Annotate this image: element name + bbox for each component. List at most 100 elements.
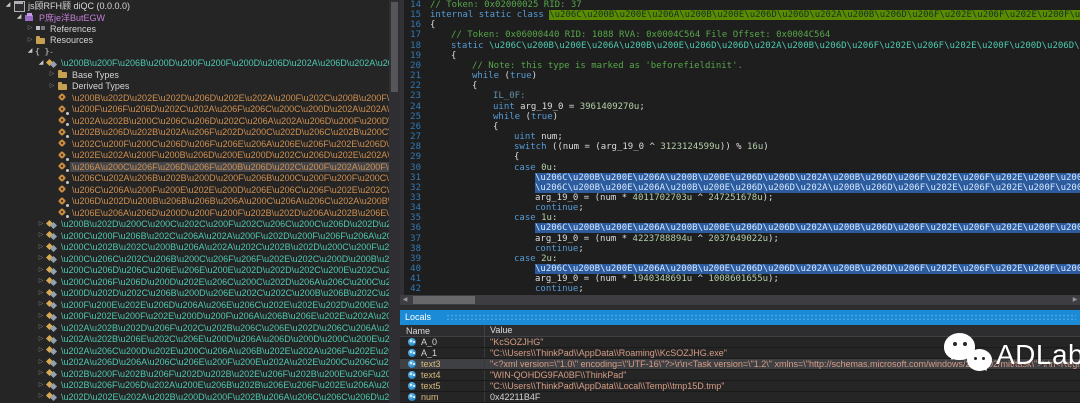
code-text[interactable]: continue; xyxy=(428,203,1080,213)
expander-icon[interactable]: ▷ xyxy=(36,322,46,333)
tree-item[interactable]: ▷\u202D\u202E\u202A\u202B\u200D\u200F\u2… xyxy=(0,391,389,403)
tree-item[interactable]: ◢\u200B\u200F\u206B\u200D\u200F\u200F\u2… xyxy=(0,58,389,70)
code-text[interactable]: { xyxy=(428,81,1080,91)
locals-row[interactable]: text5"C:\\Users\\ThinkPad\\AppData\\Loca… xyxy=(400,381,1080,392)
expander-icon[interactable]: ▷ xyxy=(36,219,46,230)
expander-icon[interactable]: ◢ xyxy=(36,58,46,69)
tree-item[interactable]: \u206D\u202D\u200B\u206B\u206B\u206A\u20… xyxy=(0,196,389,208)
scroll-left-arrow-icon[interactable]: ◀ xyxy=(400,295,410,305)
code-text[interactable]: \u206C\u200B\u200E\u206A\u200B\u200E\u20… xyxy=(428,183,1080,193)
code-text[interactable]: continue; xyxy=(428,284,1080,294)
code-text[interactable]: switch ((num = (arg_19_0 ^ 3123124599u))… xyxy=(428,142,1080,152)
code-text[interactable]: while (true) xyxy=(428,112,1080,122)
code-text[interactable]: arg_19_0 = (num * 4011702703u ^ 24725167… xyxy=(428,193,1080,203)
expander-icon[interactable]: ▷ xyxy=(47,69,57,80)
code-text[interactable]: // Token: 0x06000440 RID: 1088 RVA: 0x00… xyxy=(428,30,1080,40)
locals-row[interactable]: text3"<?xml version=\"1.0\" encoding=\"U… xyxy=(400,359,1080,370)
tree-item[interactable]: ▷\u200C\u206D\u206C\u206E\u206E\u200E\u2… xyxy=(0,265,389,277)
expander-icon[interactable]: ▷ xyxy=(36,391,46,402)
tree-item[interactable]: ▷Derived Types xyxy=(0,81,389,93)
tree-item[interactable]: ▷\u202A\u202B\u202D\u206F\u202C\u202B\u2… xyxy=(0,322,389,334)
tree-item[interactable]: \u206C\u206A\u200F\u200E\u202E\u200D\u20… xyxy=(0,184,389,196)
code-text[interactable]: internal static class \u206C\u200B\u200E… xyxy=(428,10,1080,20)
code-text[interactable]: \u206C\u200B\u200E\u206A\u200B\u200E\u20… xyxy=(428,264,1080,274)
code-text[interactable]: { xyxy=(428,20,1080,30)
locals-row[interactable]: A_0"KcSOZJHG" xyxy=(400,337,1080,348)
code-text[interactable]: uint num; xyxy=(428,132,1080,142)
locals-row[interactable]: A_1"C:\\Users\\ThinkPad\\AppData\\Roamin… xyxy=(400,348,1080,359)
code-text[interactable]: while (true) xyxy=(428,71,1080,81)
code-text[interactable]: // Token: 0x02000025 RID: 37 xyxy=(428,0,1080,10)
tree-item[interactable]: \u202C\u200F\u200C\u206D\u206F\u206E\u20… xyxy=(0,138,389,150)
code-text[interactable]: case 1u: xyxy=(428,213,1080,223)
column-header-value[interactable]: Value xyxy=(484,325,1080,336)
tree-item[interactable]: ▷\u200D\u202D\u202C\u206B\u200D\u206E\u2… xyxy=(0,288,389,300)
tree-item[interactable]: \u206A\u200C\u206F\u206D\u206F\u200B\u20… xyxy=(0,161,389,173)
code-text[interactable]: \u206C\u200B\u200E\u206A\u200B\u200E\u20… xyxy=(428,223,1080,233)
code-text[interactable]: uint arg_19_0 = 3961409270u; xyxy=(428,102,1080,112)
tree-item[interactable]: ▷\u200C\u200F\u206B\u202C\u206A\u202A\u2… xyxy=(0,230,389,242)
tree-item[interactable]: ▷\u200C\u206F\u206D\u200D\u202E\u206C\u2… xyxy=(0,276,389,288)
tree-item[interactable]: ▷\u200F\u200E\u202E\u206D\u206A\u206E\u2… xyxy=(0,299,389,311)
code-text[interactable]: static \u206C\u200B\u200E\u206A\u200B\u2… xyxy=(428,41,1080,51)
tree-item[interactable]: \u202E\u202A\u200F\u200B\u206D\u200E\u20… xyxy=(0,150,389,162)
code-text[interactable]: { xyxy=(428,152,1080,162)
expander-icon[interactable]: ▷ xyxy=(36,311,46,322)
tree-item[interactable]: ◢js顾RFH顾 diQC (0.0.0.0) xyxy=(0,0,389,12)
expander-icon[interactable]: ▷ xyxy=(25,23,35,34)
code-text[interactable]: \u206C\u200B\u200E\u206A\u200B\u200E\u20… xyxy=(428,173,1080,183)
code-text[interactable]: case 2u: xyxy=(428,254,1080,264)
scroll-right-arrow-icon[interactable]: ▶ xyxy=(1070,295,1080,305)
expander-icon[interactable]: ▷ xyxy=(36,230,46,241)
expander-icon[interactable]: ◢ xyxy=(25,46,35,57)
tree-item[interactable]: ▷\u202A\u206D\u206A\u206C\u206E\u200F\u2… xyxy=(0,357,389,369)
tree-item[interactable]: \u202A\u202B\u200C\u206C\u206D\u202C\u20… xyxy=(0,115,389,127)
tree-item[interactable]: ▷Resources xyxy=(0,35,389,47)
tree-item[interactable]: ▷\u202B\u206F\u206D\u202A\u200E\u206B\u2… xyxy=(0,380,389,392)
tree-item[interactable]: ▷\u200C\u202B\u202C\u200B\u206A\u202A\u2… xyxy=(0,242,389,254)
breakpoint-gutter[interactable] xyxy=(400,0,404,295)
tree-item[interactable]: ◢- xyxy=(0,46,389,58)
tree-scrollbar-thumb[interactable] xyxy=(391,2,398,92)
tree-item[interactable]: ◢P席je洋ButEGW xyxy=(0,12,389,24)
tree-vertical-scrollbar[interactable] xyxy=(389,0,400,403)
expander-icon[interactable]: ▷ xyxy=(36,265,46,276)
expander-icon[interactable]: ◢ xyxy=(3,0,13,11)
tree-item[interactable]: ▷\u200B\u202D\u200C\u200C\u202C\u200F\u2… xyxy=(0,219,389,231)
expander-icon[interactable]: ▷ xyxy=(36,242,46,253)
expander-icon[interactable]: ▷ xyxy=(36,368,46,379)
expander-icon[interactable]: ▷ xyxy=(36,345,46,356)
expander-icon[interactable]: ▷ xyxy=(47,81,57,92)
code-scrollbar-thumb[interactable] xyxy=(413,296,475,304)
code-text[interactable]: case 0u: xyxy=(428,163,1080,173)
tree-item[interactable]: ▷References xyxy=(0,23,389,35)
expander-icon[interactable]: ▷ xyxy=(36,276,46,287)
tree-item[interactable]: \u202B\u206D\u202B\u202A\u206F\u202D\u20… xyxy=(0,127,389,139)
tree-item[interactable]: ▷\u202B\u200F\u202B\u206F\u202D\u202B\u2… xyxy=(0,368,389,380)
tree-item[interactable]: ▷\u202A\u206C\u200D\u202E\u200C\u206A\u2… xyxy=(0,345,389,357)
code-horizontal-scrollbar[interactable]: ◀ ▶ xyxy=(400,295,1080,305)
expander-icon[interactable]: ▷ xyxy=(36,253,46,264)
expander-icon[interactable]: ▷ xyxy=(36,299,46,310)
tree-item[interactable]: ▷Base Types xyxy=(0,69,389,81)
code-text[interactable]: continue; xyxy=(428,244,1080,254)
tree-item[interactable]: \u200F\u206F\u206D\u202C\u202A\u206F\u20… xyxy=(0,104,389,116)
code-text[interactable]: arg_19_0 = (num * 4223788894u ^ 20376490… xyxy=(428,234,1080,244)
tree-item[interactable]: ▷\u200F\u202E\u200F\u202E\u200D\u200F\u2… xyxy=(0,311,389,323)
expander-icon[interactable]: ▷ xyxy=(36,380,46,391)
expander-icon[interactable]: ▷ xyxy=(36,357,46,368)
tree-item[interactable]: \u200B\u202D\u202E\u202D\u206D\u202E\u20… xyxy=(0,92,389,104)
expander-icon[interactable]: ▷ xyxy=(36,334,46,345)
tree-item[interactable]: \u206C\u202A\u206B\u202B\u200D\u200F\u20… xyxy=(0,173,389,185)
locals-row[interactable]: text4"WIN-QOHDG9FA0BF\\ThinkPad" xyxy=(400,370,1080,381)
tree-item[interactable]: ▷\u202A\u202B\u206E\u202C\u206E\u200D\u2… xyxy=(0,334,389,346)
locals-row[interactable]: num0x42211B4F xyxy=(400,392,1080,403)
locals-panel-header[interactable]: Locals xyxy=(400,310,1080,325)
code-text[interactable]: { xyxy=(428,51,1080,61)
expander-icon[interactable]: ▷ xyxy=(36,288,46,299)
code-text[interactable]: IL_0F: xyxy=(428,91,1080,101)
code-text[interactable]: { xyxy=(428,122,1080,132)
code-text[interactable]: arg_19_0 = (num * 1940348691u ^ 10086016… xyxy=(428,274,1080,284)
tree-item[interactable]: \u206E\u206A\u206D\u200D\u200F\u200F\u20… xyxy=(0,207,389,219)
column-header-name[interactable]: Name xyxy=(400,326,484,336)
